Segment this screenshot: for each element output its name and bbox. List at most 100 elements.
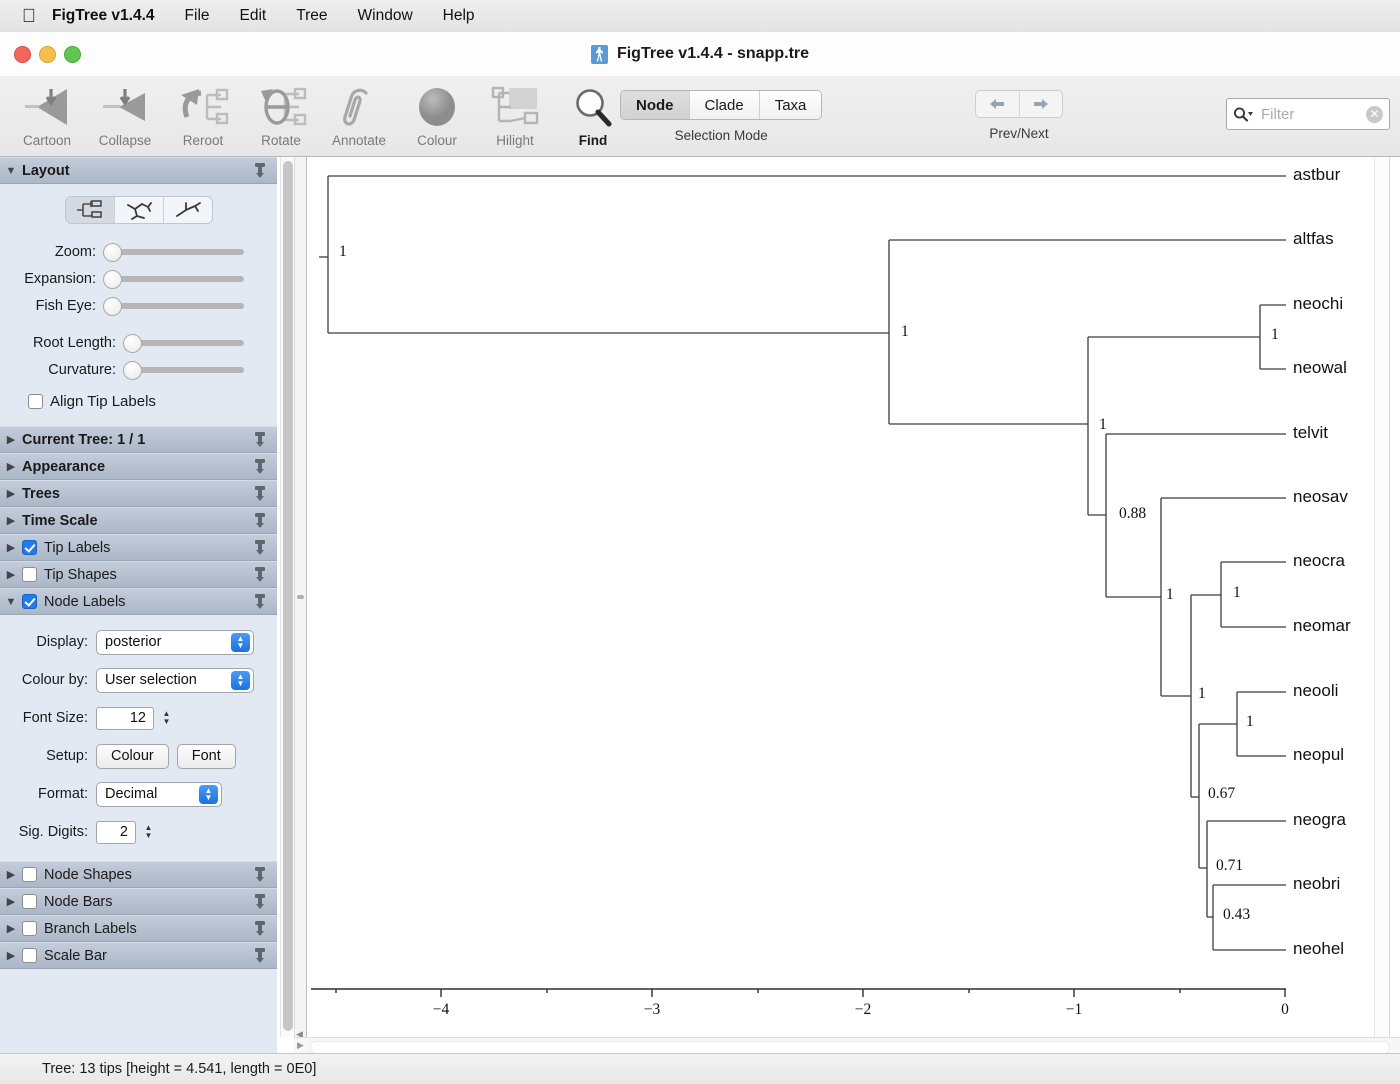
pin-icon[interactable] xyxy=(251,566,269,588)
sidebar-item-node-labels[interactable]: ▼ Node Labels xyxy=(0,588,277,615)
radial-layout-button[interactable] xyxy=(164,197,212,223)
align-tip-labels-row[interactable]: Align Tip Labels xyxy=(28,393,277,410)
format-select[interactable]: Decimal ▲ ▼ xyxy=(96,781,222,807)
expansion-slider-knob[interactable] xyxy=(103,269,122,289)
chevron-right-icon[interactable]: ▶ xyxy=(0,460,22,473)
chevron-right-icon[interactable]: ▶ xyxy=(0,949,22,962)
tip-label[interactable]: neomar xyxy=(1293,616,1351,636)
rootlength-slider-knob[interactable] xyxy=(123,333,142,353)
node-shapes-checkbox[interactable] xyxy=(22,867,37,882)
panel-header-layout[interactable]: ▼ Layout xyxy=(0,157,277,184)
node-bars-checkbox[interactable] xyxy=(22,894,37,909)
reroot-button[interactable]: Reroot xyxy=(164,78,242,158)
chevron-right-icon[interactable]: ▶ xyxy=(0,895,22,908)
chevron-right-icon[interactable]: ▶ xyxy=(0,541,22,554)
menu-app-name[interactable]: FigTree v1.4.4 xyxy=(52,7,155,25)
colour-button[interactable]: Colour xyxy=(398,78,476,158)
sidebar-item-branch-labels[interactable]: ▶ Branch Labels xyxy=(0,915,277,942)
selection-mode-node[interactable]: Node xyxy=(621,91,690,119)
chevron-down-icon[interactable]: ▼ xyxy=(0,596,22,608)
node-label[interactable]: 0.67 xyxy=(1208,785,1235,803)
tip-label[interactable]: neogra xyxy=(1293,810,1346,830)
sidebar-scrollbar[interactable] xyxy=(280,157,294,1037)
pin-icon[interactable] xyxy=(251,512,269,534)
tip-label[interactable]: neobri xyxy=(1293,874,1340,894)
fisheye-slider-knob[interactable] xyxy=(103,296,122,316)
filter-field[interactable]: Filter ✕ xyxy=(1226,98,1390,130)
clear-circle-icon[interactable]: ✕ xyxy=(1366,105,1383,123)
prev-button[interactable] xyxy=(976,91,1020,117)
stepper-down-icon[interactable]: ▼ xyxy=(159,718,174,726)
sidebar-item-node-shapes[interactable]: ▶ Node Shapes xyxy=(0,861,277,888)
sidebar-item-trees[interactable]: ▶ Trees xyxy=(0,480,277,507)
font-size-stepper[interactable]: ▲ ▼ xyxy=(159,710,174,726)
node-label[interactable]: 1 xyxy=(1271,326,1279,344)
pin-icon[interactable] xyxy=(251,947,269,969)
sidebar-item-tip-labels[interactable]: ▶ Tip Labels xyxy=(0,534,277,561)
tip-label[interactable]: neocra xyxy=(1293,551,1345,571)
rootlength-slider[interactable] xyxy=(123,333,244,353)
tip-label[interactable]: neosav xyxy=(1293,487,1348,507)
chevron-right-icon[interactable]: ▶ xyxy=(0,487,22,500)
next-button[interactable] xyxy=(1020,91,1063,117)
tip-label[interactable]: altfas xyxy=(1293,229,1334,249)
pin-icon[interactable] xyxy=(251,431,269,453)
pin-icon[interactable] xyxy=(251,893,269,915)
stepper-down-icon[interactable]: ▼ xyxy=(141,832,156,840)
pin-icon[interactable] xyxy=(251,162,269,184)
tip-label[interactable]: telvit xyxy=(1293,423,1328,443)
node-label[interactable]: 1 xyxy=(1233,584,1241,602)
search-icon[interactable] xyxy=(1233,106,1253,122)
sidebar-scrollbar-thumb[interactable] xyxy=(283,161,293,1031)
zoom-slider[interactable] xyxy=(103,242,244,262)
selection-mode-clade[interactable]: Clade xyxy=(689,91,760,119)
phylogenetic-tree-plot[interactable] xyxy=(307,157,1389,1037)
tip-label[interactable]: neopul xyxy=(1293,745,1344,765)
tip-label[interactable]: neowal xyxy=(1293,358,1347,378)
display-select[interactable]: posterior ▲ ▼ xyxy=(96,629,254,655)
node-label[interactable]: 1 xyxy=(1099,416,1107,434)
node-label[interactable]: 1 xyxy=(339,243,347,261)
node-label[interactable]: 1 xyxy=(1166,586,1174,604)
expansion-slider[interactable] xyxy=(103,269,244,289)
apple-logo-icon[interactable]:  xyxy=(14,7,44,26)
selection-mode-taxa[interactable]: Taxa xyxy=(759,91,822,119)
chevron-right-icon[interactable]: ▶ xyxy=(0,514,22,527)
sidebar-item-time-scale[interactable]: ▶ Time Scale xyxy=(0,507,277,534)
chevron-updown-icon[interactable]: ▲ ▼ xyxy=(199,784,218,804)
menu-item-help[interactable]: Help xyxy=(443,7,475,25)
curvature-slider[interactable] xyxy=(123,360,244,380)
chevron-right-icon[interactable]: ▶ xyxy=(0,433,22,446)
rotate-button[interactable]: Rotate xyxy=(242,78,320,158)
tip-shapes-checkbox[interactable] xyxy=(22,567,37,582)
tip-labels-checkbox[interactable] xyxy=(22,540,37,555)
align-tip-labels-checkbox[interactable] xyxy=(28,394,43,409)
pin-icon[interactable] xyxy=(251,539,269,561)
node-label[interactable]: 1 xyxy=(901,323,909,341)
node-label[interactable]: 1 xyxy=(1246,713,1254,731)
sidebar-item-node-bars[interactable]: ▶ Node Bars xyxy=(0,888,277,915)
pin-icon[interactable] xyxy=(251,866,269,888)
colour-by-select[interactable]: User selection ▲ ▼ xyxy=(96,667,254,693)
sig-digits-input[interactable]: 2 xyxy=(96,820,136,844)
sidebar-item-tip-shapes[interactable]: ▶ Tip Shapes xyxy=(0,561,277,588)
cartoon-button[interactable]: Cartoon xyxy=(8,78,86,158)
tip-label[interactable]: neooli xyxy=(1293,681,1338,701)
menu-item-edit[interactable]: Edit xyxy=(240,7,267,25)
sidebar-item-scale-bar[interactable]: ▶ Scale Bar xyxy=(0,942,277,969)
pin-icon[interactable] xyxy=(251,485,269,507)
sig-digits-stepper[interactable]: ▲ ▼ xyxy=(141,824,156,840)
scale-bar-checkbox[interactable] xyxy=(22,948,37,963)
menu-item-tree[interactable]: Tree xyxy=(296,7,327,25)
hilight-button[interactable]: Hilight xyxy=(476,78,554,158)
collapse-button[interactable]: Collapse xyxy=(86,78,164,158)
node-label[interactable]: 0.43 xyxy=(1223,906,1250,924)
splitter-grip[interactable] xyxy=(297,595,304,599)
filter-input[interactable]: Filter xyxy=(1261,106,1366,123)
tip-label[interactable]: neohel xyxy=(1293,939,1344,959)
node-labels-checkbox[interactable] xyxy=(22,594,37,609)
setup-colour-button[interactable]: Colour xyxy=(96,743,169,769)
annotate-button[interactable]: Annotate xyxy=(320,78,398,158)
hscroll-arrows-icon[interactable]: ▶ xyxy=(297,1040,304,1051)
chevron-right-icon[interactable]: ▶ xyxy=(0,922,22,935)
